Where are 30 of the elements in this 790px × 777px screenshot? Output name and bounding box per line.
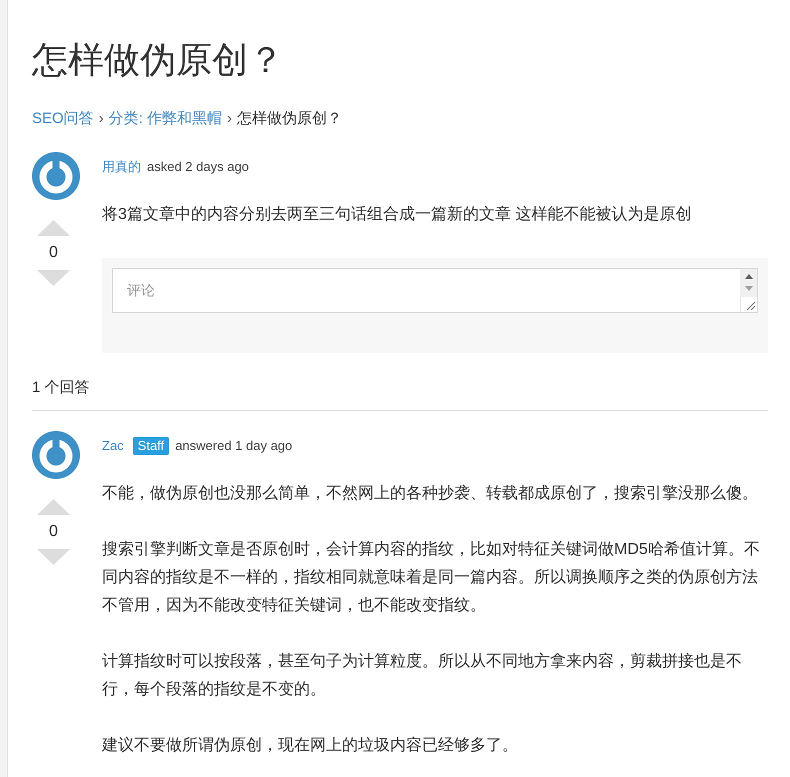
answer-paragraph: 不能，做伪原创也没那么简单，不然网上的各种抄袭、转载都成原创了，搜索引擎没那么傻。 (102, 484, 759, 504)
vote-count: 0 (49, 243, 58, 263)
upvote-icon[interactable] (37, 499, 70, 515)
upvote-icon[interactable] (37, 220, 70, 236)
author-link[interactable]: 用真的 (102, 157, 141, 177)
comment-field[interactable]: 评论 (112, 268, 758, 313)
answer-paragraph: 建议不要做所谓伪原创，现在网上的垃圾内容已经够多了。 (102, 736, 519, 756)
scroll-up-icon[interactable] (744, 274, 752, 279)
downvote-icon[interactable] (37, 549, 70, 565)
breadcrumb-link[interactable]: SEO问答 (32, 109, 94, 129)
staff-badge: Staff (132, 437, 170, 455)
question-text: 将3篇文章中的内容分别去两至三句话组合成一篇新的文章 这样能不能被认为是原创 (102, 204, 692, 225)
breadcrumb-separator: › (227, 109, 232, 129)
post-meta: answered 1 day ago (175, 437, 292, 455)
avatar-icon (32, 431, 80, 479)
breadcrumb-link[interactable]: 分类: 作弊和黑帽 (108, 109, 222, 129)
avatar-icon (32, 152, 80, 200)
scrollbar-track[interactable] (740, 269, 757, 312)
post-meta: asked 2 days ago (147, 158, 249, 176)
vote-count: 0 (49, 522, 58, 542)
breadcrumb-current: 怎样做伪原创？ (237, 109, 342, 129)
page-title: 怎样做伪原创？ (32, 40, 285, 80)
resize-grip-icon[interactable] (747, 302, 755, 310)
author-link[interactable]: Zac (102, 436, 124, 456)
scroll-down-icon[interactable] (744, 286, 752, 291)
answer-paragraph: 计算指纹时可以按段落，甚至句子为计算粒度。所以从不同地方拿来内容，剪裁拼接也是不行，每个段落的指纹是不变的。 (102, 652, 743, 700)
breadcrumb-separator: › (98, 109, 104, 129)
answer-paragraph: 搜索引擎判断文章是否原创时，会计算内容的指纹，比如对特征关键词做MD5哈希值计算。不同内容的指纹是不一样的，指纹相同就意味着是同一篇内容。所以调换顺序之类的伪原创方法不管用，因为不能改变特征关键词，也不能改变指纹。 (102, 540, 761, 616)
downvote-icon[interactable] (37, 270, 70, 286)
answers-heading: 1 个回答 (32, 378, 90, 398)
